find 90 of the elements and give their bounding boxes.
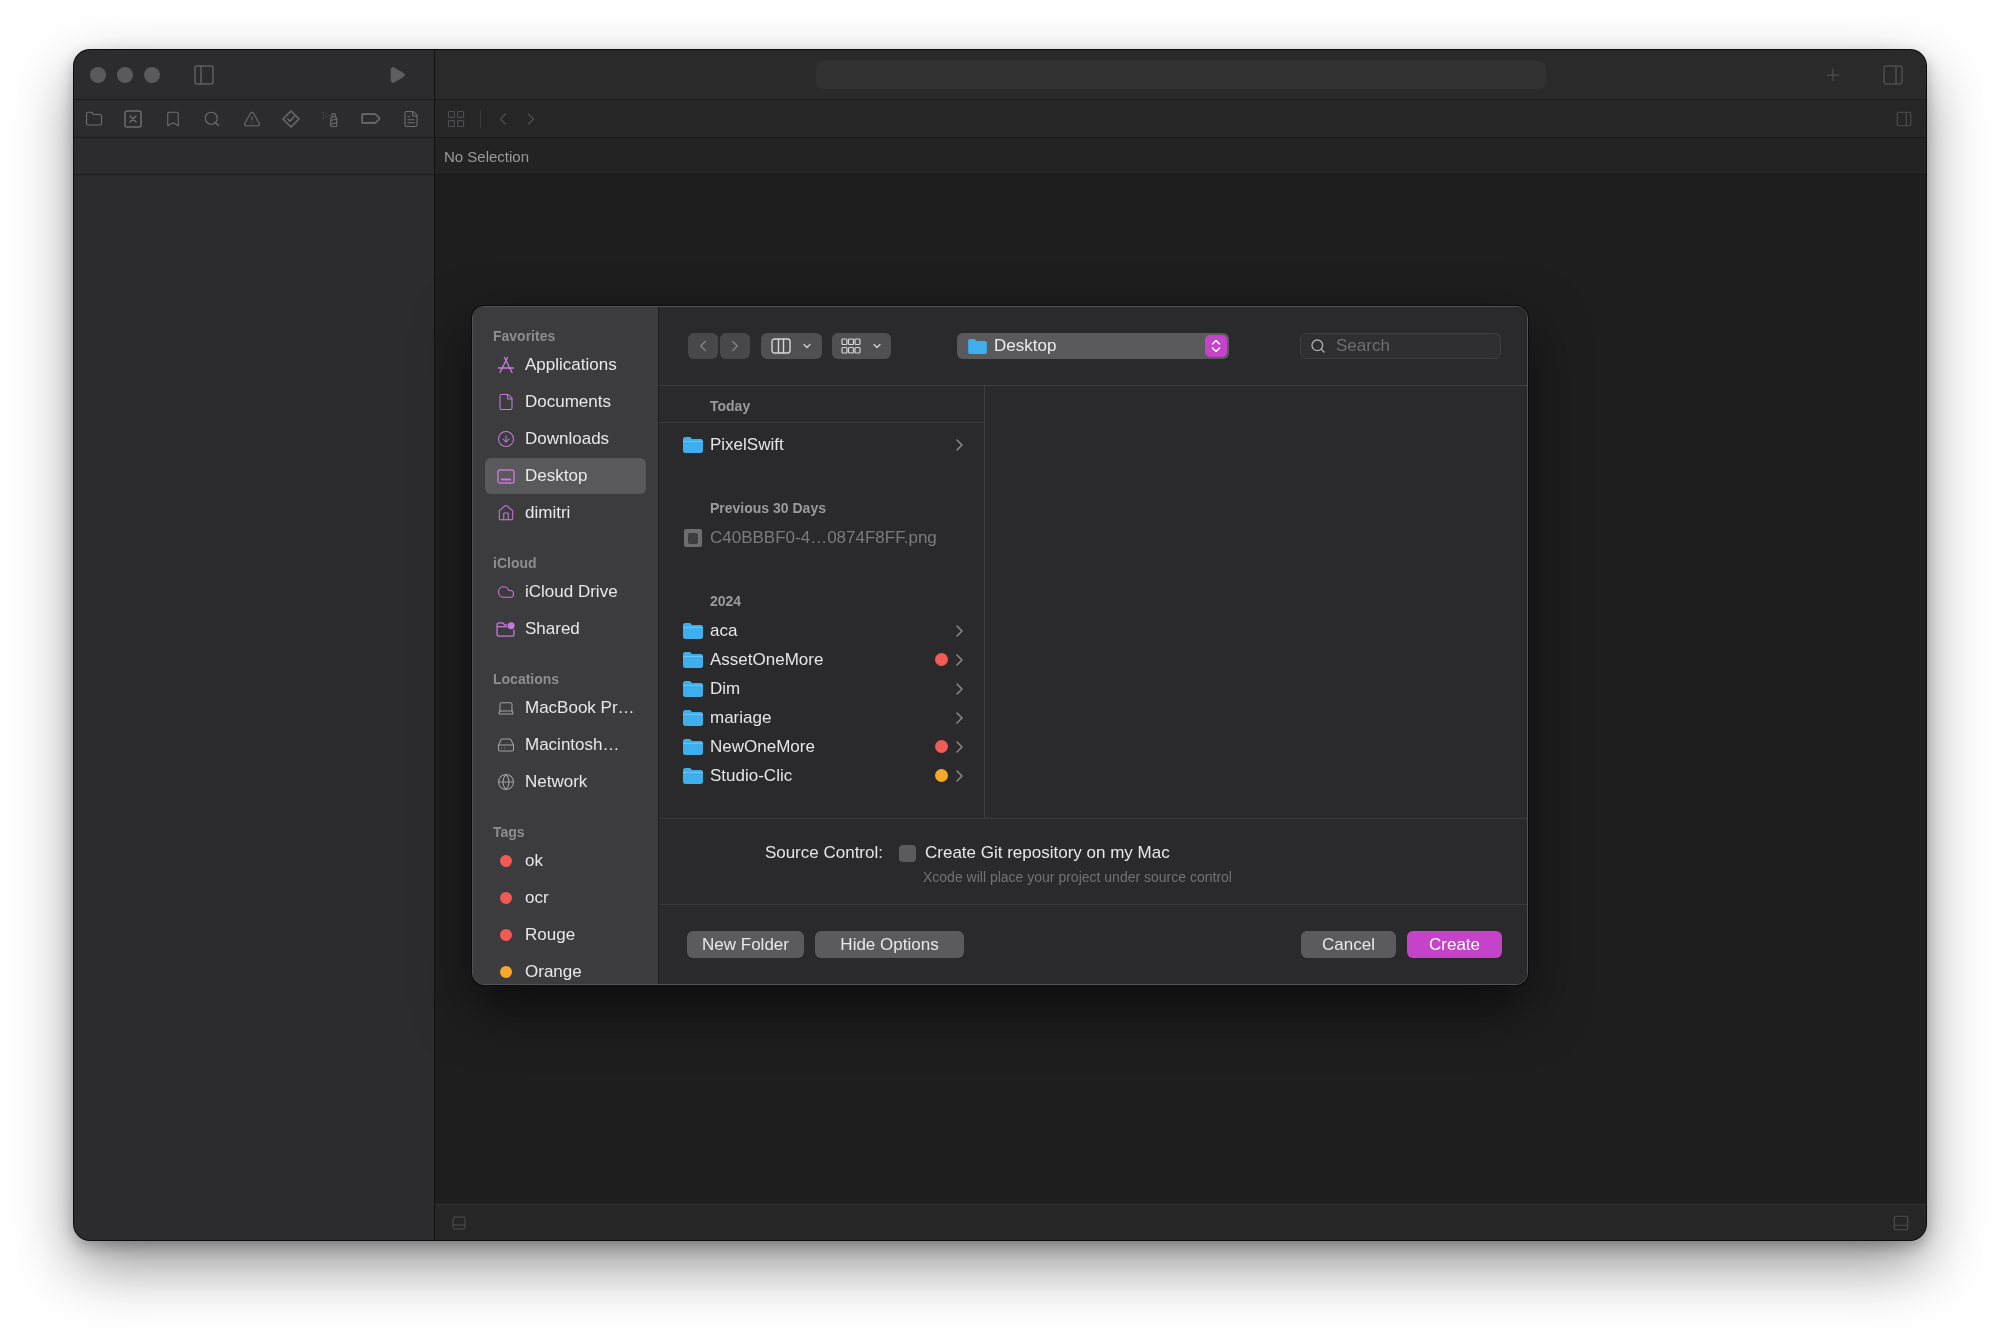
no-selection-label: No Selection bbox=[444, 147, 530, 165]
sidebar-item[interactable]: Shared bbox=[485, 611, 646, 647]
document-icon bbox=[496, 393, 515, 411]
chevron-right-icon[interactable] bbox=[956, 711, 963, 724]
group-header: Previous 30 Days bbox=[710, 499, 826, 516]
download-icon bbox=[496, 430, 515, 448]
globe-icon bbox=[496, 773, 515, 791]
spray-can-icon[interactable] bbox=[321, 109, 340, 128]
sidebar-toggle-icon[interactable] bbox=[192, 62, 216, 87]
sidebar-item[interactable]: dimitri bbox=[485, 495, 646, 531]
section-header: iCloud bbox=[492, 554, 538, 573]
folder-icon bbox=[683, 436, 703, 453]
sidebar-item[interactable]: Orange bbox=[485, 954, 646, 984]
panel-icon[interactable] bbox=[451, 1214, 467, 1231]
folder-icon[interactable] bbox=[85, 109, 103, 128]
location-popup[interactable]: Desktop bbox=[957, 333, 1229, 359]
checkbox-label[interactable]: Create Git repository on my Mac bbox=[925, 843, 1170, 863]
columns-icon bbox=[770, 338, 791, 354]
document-icon[interactable] bbox=[402, 109, 420, 128]
cloud-icon bbox=[496, 583, 515, 601]
image-file-icon bbox=[684, 528, 702, 547]
folder-icon bbox=[683, 738, 703, 755]
chevron-right-icon[interactable] bbox=[956, 438, 963, 451]
chevron-right-icon[interactable] bbox=[956, 624, 963, 637]
tag-icon[interactable] bbox=[360, 113, 381, 124]
window-control-icon[interactable] bbox=[90, 66, 106, 83]
chevron-right-icon[interactable] bbox=[956, 740, 963, 753]
source-control-label: Source Control: bbox=[764, 842, 883, 864]
chevron-right-icon[interactable] bbox=[956, 653, 963, 666]
app-store-icon bbox=[496, 356, 515, 374]
create-button[interactable]: Create bbox=[1407, 931, 1502, 958]
file-name[interactable]: NewOneMore bbox=[710, 736, 815, 757]
section-header: Favorites bbox=[492, 327, 557, 346]
back-button[interactable] bbox=[688, 333, 718, 359]
sidebar-item[interactable]: Documents bbox=[485, 384, 646, 420]
hard-drive-icon bbox=[496, 736, 515, 754]
sidebar-item[interactable]: ok bbox=[485, 843, 646, 879]
square-x-icon[interactable] bbox=[124, 109, 143, 128]
group-header: Today bbox=[710, 397, 751, 414]
folder-icon bbox=[683, 622, 703, 639]
file-name[interactable]: Dim bbox=[710, 678, 741, 699]
forward-button[interactable] bbox=[720, 333, 750, 359]
section-header: Tags bbox=[492, 823, 526, 842]
right-panel-icon[interactable] bbox=[1895, 109, 1913, 128]
folder-icon bbox=[968, 338, 987, 354]
sidebar-item[interactable]: iCloud Drive bbox=[485, 574, 646, 610]
window-control-icon[interactable] bbox=[117, 66, 133, 83]
cancel-button[interactable]: Cancel bbox=[1301, 931, 1396, 958]
sidebar-item[interactable]: Applications bbox=[485, 347, 646, 383]
search-icon bbox=[1310, 338, 1326, 354]
warning-icon[interactable] bbox=[242, 109, 261, 128]
sidebar-item[interactable]: Network bbox=[485, 764, 646, 800]
file-name[interactable]: mariage bbox=[710, 707, 772, 728]
laptop-icon bbox=[496, 699, 515, 717]
up-down-arrows-icon bbox=[1205, 335, 1227, 357]
section-header: Locations bbox=[492, 670, 561, 689]
desktop-icon bbox=[496, 468, 515, 484]
chevron-right-icon[interactable] bbox=[956, 769, 963, 782]
search-icon[interactable] bbox=[203, 109, 222, 128]
folder-icon bbox=[683, 680, 703, 697]
group-header: 2024 bbox=[710, 592, 742, 609]
sidebar-item[interactable]: Desktop bbox=[485, 458, 646, 494]
checkbox[interactable] bbox=[899, 844, 916, 862]
sidebar-item[interactable]: Rouge bbox=[485, 917, 646, 953]
folder-icon bbox=[683, 709, 703, 726]
right-panel-icon[interactable] bbox=[1881, 62, 1905, 87]
shared-folder-icon bbox=[496, 621, 515, 637]
group-view-button[interactable] bbox=[832, 333, 891, 359]
house-icon bbox=[496, 504, 515, 522]
sidebar-item[interactable]: ocr bbox=[485, 880, 646, 916]
file-name[interactable]: AssetOneMore bbox=[710, 649, 824, 670]
file-name[interactable]: Studio-Clic bbox=[710, 765, 793, 786]
hide-options-button[interactable]: Hide Options bbox=[815, 931, 964, 958]
folder-icon bbox=[683, 651, 703, 668]
new-folder-button[interactable]: New Folder bbox=[687, 931, 804, 958]
bottom-panel-icon[interactable] bbox=[1892, 1213, 1910, 1232]
sidebar-item[interactable]: Downloads bbox=[485, 421, 646, 457]
diamond-check-icon[interactable] bbox=[281, 109, 300, 128]
hint-text: Xcode will place your project under source control bbox=[923, 868, 1232, 886]
sidebar-item[interactable]: Macintosh… bbox=[485, 727, 646, 763]
file-name[interactable]: PixelSwift bbox=[710, 434, 784, 455]
sidebar-item[interactable]: MacBook Pr… bbox=[485, 690, 646, 726]
column-view-button[interactable] bbox=[761, 333, 822, 359]
search-field[interactable]: Search bbox=[1300, 333, 1501, 359]
grid-icon bbox=[840, 338, 861, 354]
folder-icon bbox=[683, 767, 703, 784]
file-name[interactable]: aca bbox=[710, 620, 738, 641]
grid-icon[interactable] bbox=[446, 108, 466, 129]
window-control-icon[interactable] bbox=[144, 66, 160, 83]
chevron-right-icon[interactable] bbox=[956, 682, 963, 695]
